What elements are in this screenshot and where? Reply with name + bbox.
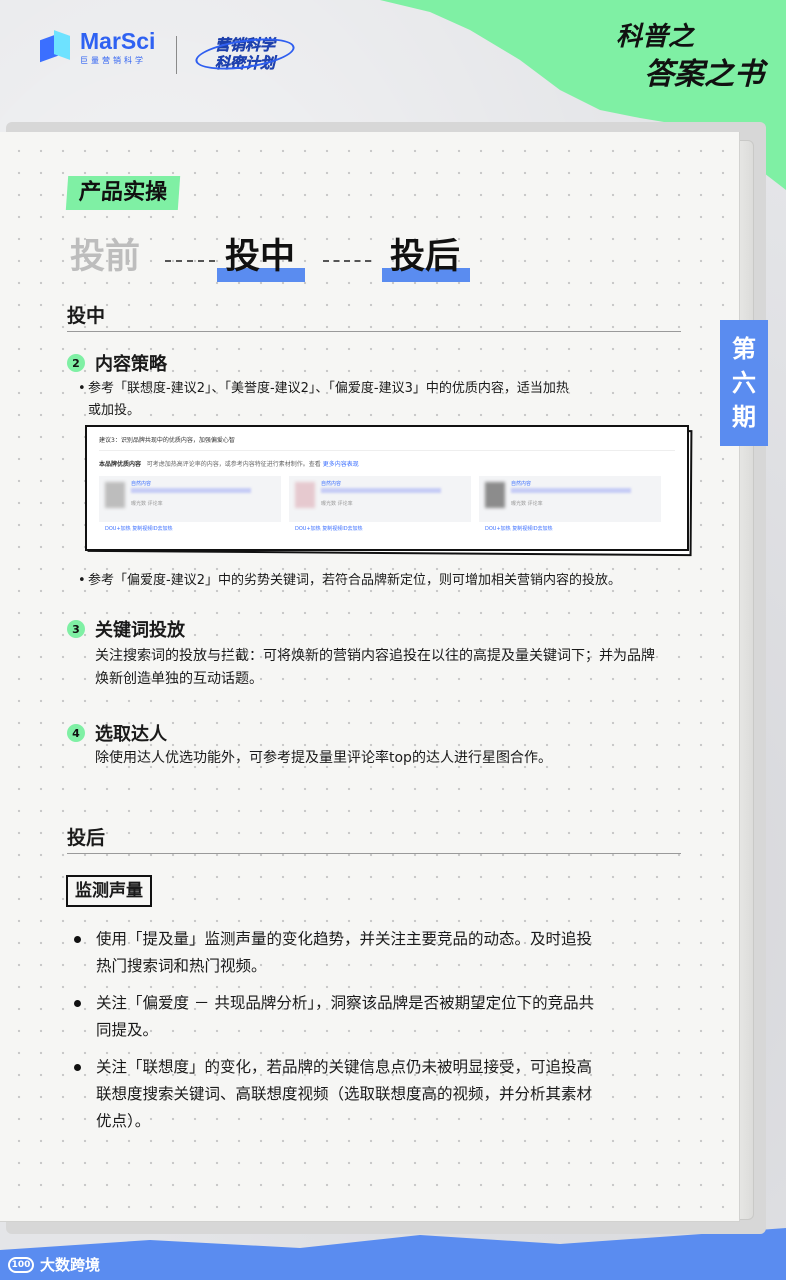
phase-pre: 投前 <box>70 237 141 277</box>
phase-nav: 投前 投中 投后 <box>0 0 786 1280</box>
phase-post: 投后 <box>382 236 471 282</box>
phase-mid-label: 投中 <box>225 237 296 277</box>
phase-mid: 投中 <box>217 236 306 282</box>
phase-dash-2 <box>323 260 371 262</box>
phase-post-label: 投后 <box>390 237 461 277</box>
phase-dash-1 <box>165 260 215 262</box>
